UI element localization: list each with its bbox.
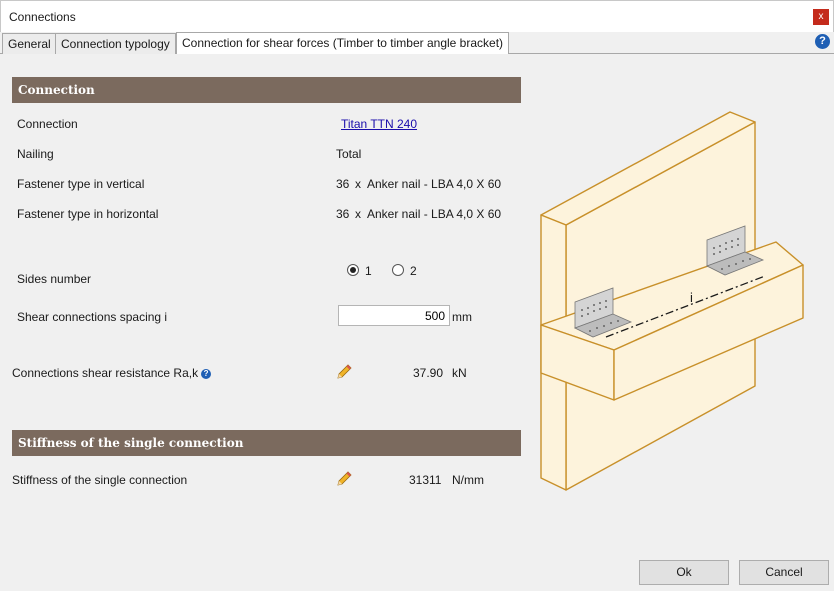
window-title: Connections xyxy=(9,10,76,24)
info-icon[interactable]: ? xyxy=(201,369,212,379)
spacing-dimension-label: i xyxy=(690,290,693,305)
fastener-vertical-times: x xyxy=(355,177,361,191)
fastener-horizontal-times: x xyxy=(355,207,361,221)
fastener-vertical-value: Anker nail - LBA 4,0 X 60 xyxy=(367,177,502,191)
stiffness-value: 31311 xyxy=(409,473,442,487)
spacing-unit: mm xyxy=(452,310,472,324)
sides-radio-2-label: 2 xyxy=(410,264,417,278)
edit-resistance-pencil-icon[interactable] xyxy=(335,363,353,381)
spacing-label: Shear connections spacing i xyxy=(17,310,168,324)
stiffness-label: Stiffness of the single connection xyxy=(12,473,188,487)
tab-connection-typology[interactable]: Connection typology xyxy=(55,33,176,54)
tab-shear-connection[interactable]: Connection for shear forces (Timber to t… xyxy=(176,32,510,54)
ok-button[interactable]: Ok xyxy=(639,560,729,585)
fastener-horizontal-value: Anker nail - LBA 4,0 X 60 xyxy=(367,207,502,221)
sides-number-label: Sides number xyxy=(17,272,92,286)
title-bar: Connections x xyxy=(0,0,834,32)
fastener-horizontal-label: Fastener type in horizontal xyxy=(17,207,159,221)
close-button[interactable]: x xyxy=(813,9,829,25)
edit-stiffness-pencil-icon[interactable] xyxy=(335,470,353,488)
spacing-input[interactable] xyxy=(338,305,450,326)
connection-drawing: i xyxy=(540,111,804,491)
sides-radio-2[interactable] xyxy=(392,264,404,276)
sides-radio-1[interactable] xyxy=(347,264,359,276)
fastener-vertical-label: Fastener type in vertical xyxy=(17,177,145,191)
fastener-vertical-count: 36 xyxy=(336,177,350,191)
tab-strip: General Connection typology Connection f… xyxy=(0,32,834,54)
resistance-label: Connections shear resistance Ra,k xyxy=(12,366,199,380)
resistance-row: Connections shear resistance Ra,k? xyxy=(12,366,212,380)
stiffness-unit: N/mm xyxy=(452,473,484,487)
fastener-horizontal-count: 36 xyxy=(336,207,350,221)
help-icon[interactable]: ? xyxy=(815,34,830,49)
nailing-value: Total xyxy=(336,147,362,161)
connection-label: Connection xyxy=(17,117,78,131)
resistance-unit: kN xyxy=(452,366,467,380)
sides-radio-1-label: 1 xyxy=(365,264,372,278)
connection-link[interactable]: Titan TTN 240 xyxy=(341,117,417,131)
nailing-label: Nailing xyxy=(17,147,54,161)
cancel-button[interactable]: Cancel xyxy=(739,560,829,585)
connection-section-header: Connection xyxy=(12,77,521,103)
tab-general[interactable]: General xyxy=(2,33,57,54)
resistance-value: 37.90 xyxy=(413,366,444,380)
stiffness-section-header: Stiffness of the single connection xyxy=(12,430,521,456)
